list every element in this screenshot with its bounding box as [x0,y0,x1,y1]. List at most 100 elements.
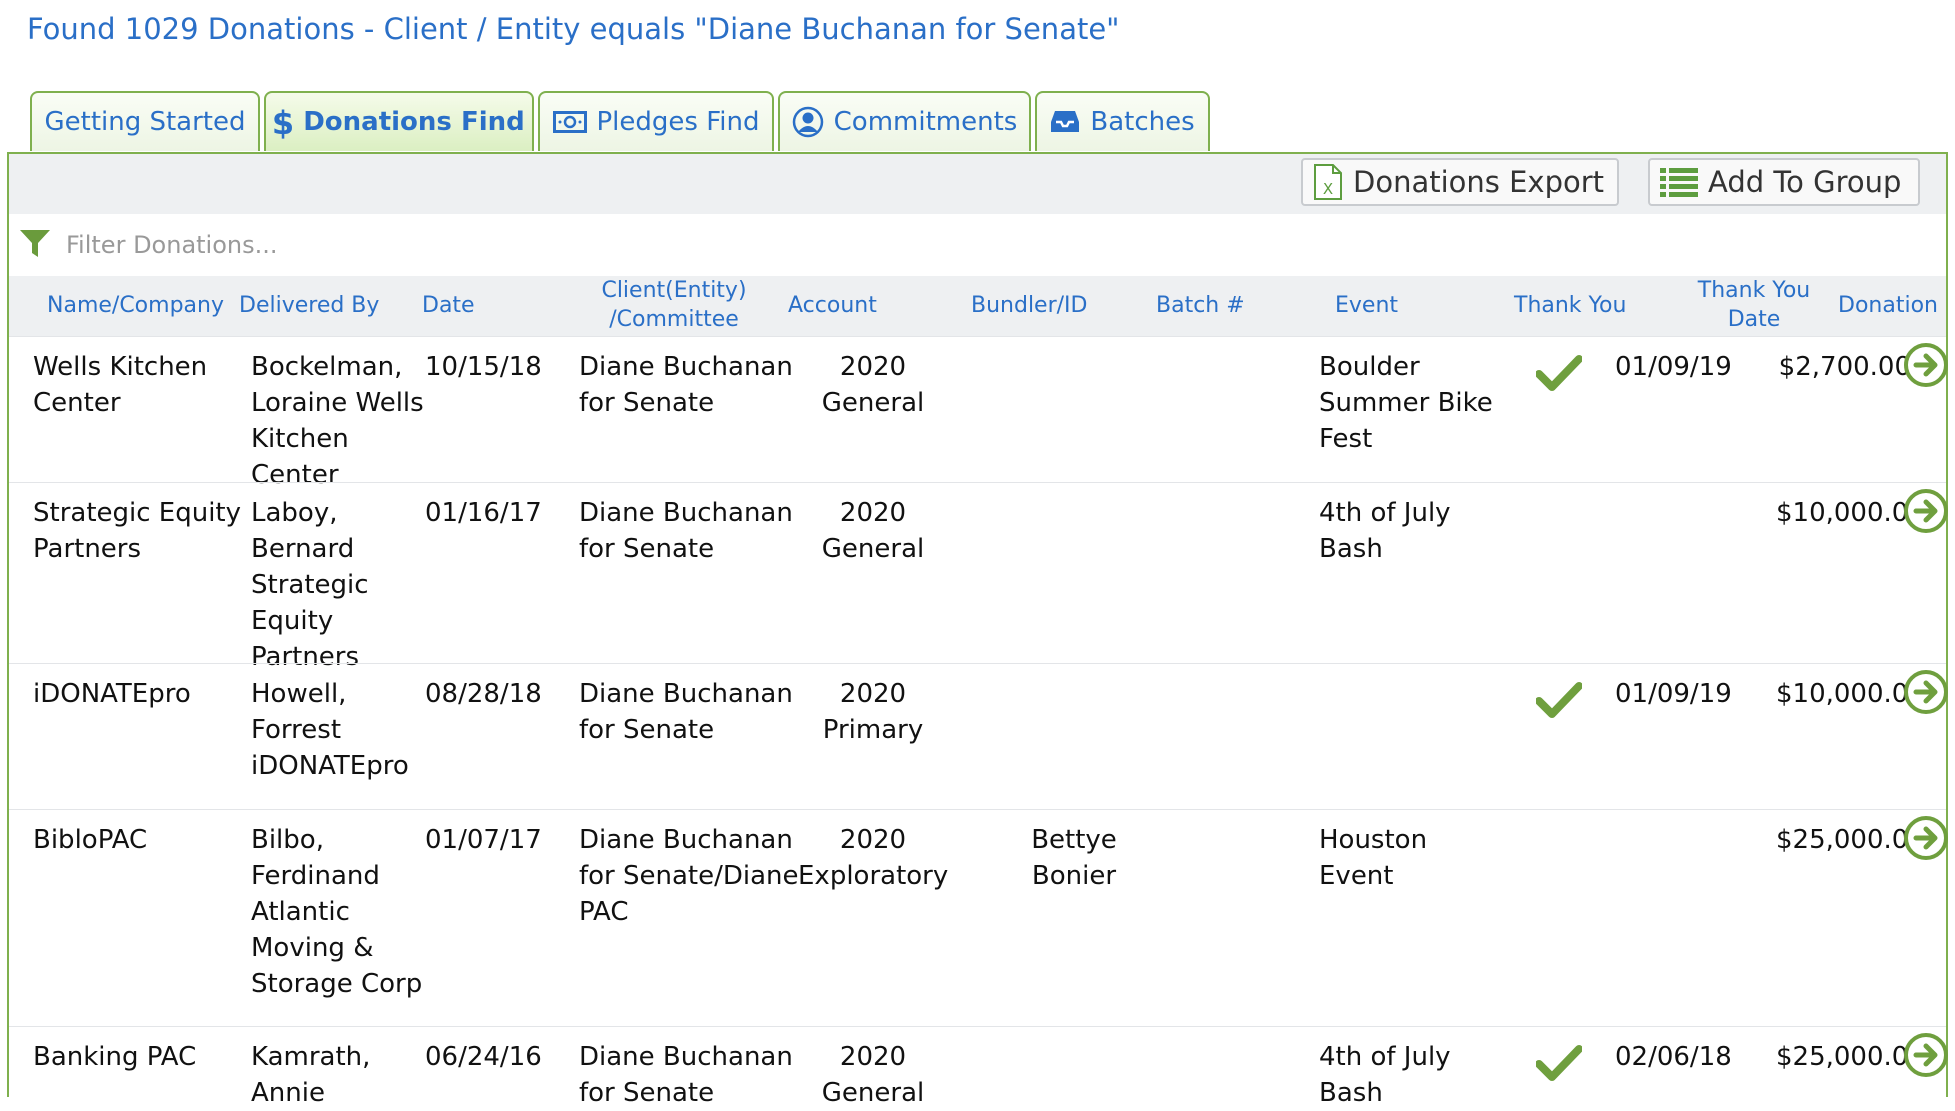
cell-event-line: 4th of July [1319,1042,1451,1072]
cell-thank-you-date: 01/09/19 [1615,676,1732,712]
cell-date: 01/16/17 [425,495,542,531]
cell-date: 06/24/16 [425,1039,542,1075]
cell-date: 01/07/17 [425,822,542,858]
col-header-thank-you[interactable]: Thank You [1514,291,1626,320]
open-donation-arrow-icon[interactable] [1904,489,1948,537]
cell-account-line: 2020 [839,679,907,709]
cell-account: 2020 Primary [798,676,948,748]
excel-file-icon: X [1313,163,1343,201]
cell-thank-you-date: 02/06/18 [1615,1039,1732,1075]
cell-donation: $25,000.00 [1776,822,1925,858]
cell-date-line: 10/15/18 [425,352,542,382]
cell-event: 4th of July Bash [1319,1039,1451,1111]
list-icon [1660,167,1698,197]
cell-account-line: General [821,534,925,564]
col-header-client-line1: Client(Entity) [601,278,747,303]
cell-name-line: Banking PAC [33,1042,197,1072]
tab-batches[interactable]: Batches [1035,91,1210,151]
col-header-event[interactable]: Event [1335,291,1398,320]
cell-name: BibloPAC [33,822,147,858]
tab-getting-started[interactable]: Getting Started [30,91,260,151]
cell-delivered-by-line: Bernard [251,534,355,564]
col-header-date[interactable]: Date [422,291,475,320]
cell-client-line: Diane Buchanan [579,1042,793,1072]
cell-client-line: Diane Buchanan [579,498,793,528]
cell-event: Boulder Summer Bike Fest [1319,349,1493,457]
thank-you-check-icon [1535,682,1583,722]
col-header-delivered-by[interactable]: Delivered By [239,291,379,320]
tab-pledges-find[interactable]: Pledges Find [538,91,774,151]
cell-account-line: General [821,388,925,418]
cell-account-line: 2020 [839,825,907,855]
cell-name-line: Center [33,388,121,418]
cell-name: Banking PAC [33,1039,196,1075]
cell-name-line: Wells Kitchen [33,352,208,382]
cell-delivered-by-line: Laboy, [251,498,338,528]
toolbar: X Donations Export Add To Group [9,154,1946,214]
tab-label: Getting Started [44,107,246,137]
cell-delivered-by-line: Bockelman, [251,352,403,382]
col-header-ty-date-line2: Date [1727,307,1781,332]
cell-account-line: General [821,1078,925,1108]
table-row[interactable]: Strategic Equity Partners Laboy, Bernard Str… [9,482,1948,672]
col-header-name[interactable]: Name/Company [47,291,224,320]
money-bill-icon [552,111,587,133]
cell-delivered-by-line: Ferdinand [251,861,380,891]
donations-panel: X Donations Export Add To Group Name/Com… [7,152,1948,1108]
cell-delivered-by: Howell, Forrest iDONATEpro [251,676,409,784]
cell-delivered-by-line: Howell, [251,679,347,709]
cell-account-line: Exploratory [798,861,949,891]
cell-name: Strategic Equity Partners [33,495,241,567]
col-header-thank-you-date[interactable]: Thank You Date [1689,276,1819,334]
cell-account-line: 2020 [839,1042,907,1072]
cell-delivered-by-line: Annie [251,1078,325,1108]
cell-event-line: Houston [1319,825,1428,855]
open-donation-arrow-icon[interactable] [1904,816,1948,864]
tab-label: Commitments [833,107,1018,137]
table-header: Name/Company Delivered By Date Client(En… [9,276,1946,336]
cell-delivered-by-line: Equity [251,606,334,636]
table-row[interactable]: iDONATEpro Howell, Forrest iDONATEpro 08/28/… [9,663,1948,810]
open-donation-arrow-icon[interactable] [1904,1033,1948,1081]
cell-client: Diane Buchanan for Senate/Diane PAC [579,822,799,930]
col-header-ty-date-line1: Thank You [1697,278,1811,303]
col-header-client[interactable]: Client(Entity) /Committee [594,276,754,334]
col-header-account[interactable]: Account [788,291,877,320]
cell-client: Diane Buchanan for Senate [579,1039,793,1111]
cell-delivered-by: Bockelman, Loraine Wells Kitchen Center [251,349,424,493]
cell-event-line: Bash [1319,534,1383,564]
cell-delivered-by: Kamrath, Annie [251,1039,370,1111]
donations-export-button[interactable]: X Donations Export [1301,158,1619,206]
cell-event-line: Boulder [1319,352,1420,382]
svg-text:X: X [1323,180,1333,198]
col-header-donation[interactable]: Donation [1838,291,1938,320]
svg-text:$: $ [273,105,293,139]
table-row[interactable]: Wells Kitchen Center Bockelman, Loraine Wel… [9,336,1948,490]
cell-thank-you-date-line: 01/09/19 [1615,679,1732,709]
cell-bundler-line: Bettye [1031,825,1117,855]
tab-label: Pledges Find [596,107,760,137]
cell-delivered-by-line: Kitchen [251,424,349,454]
cell-account-line: 2020 [839,498,907,528]
cell-delivered-by: Bilbo, Ferdinand Atlantic Moving & Storage C… [251,822,422,1002]
cell-donation-line: $25,000.00 [1776,1042,1925,1072]
open-donation-arrow-icon[interactable] [1904,343,1948,391]
cell-date: 10/15/18 [425,349,542,385]
cell-delivered-by-line: Loraine Wells [251,388,424,418]
user-circle-icon [792,106,824,138]
col-header-bundler[interactable]: Bundler/ID [971,291,1087,320]
cell-delivered-by-line: Forrest [251,715,342,745]
cell-account: 2020 Exploratory [798,822,948,894]
cell-client-line: for Senate [579,388,715,418]
tab-label: Batches [1090,107,1195,137]
filter-donations-input[interactable] [64,226,768,264]
cell-client: Diane Buchanan for Senate [579,495,793,567]
cell-donation-line: $10,000.00 [1776,498,1925,528]
tab-donations-find[interactable]: $ Donations Find [264,91,534,151]
col-header-batch[interactable]: Batch # [1156,291,1245,320]
add-to-group-button[interactable]: Add To Group [1648,158,1920,206]
open-donation-arrow-icon[interactable] [1904,670,1948,718]
cell-delivered-by-line: Storage Corp [251,969,423,999]
table-row[interactable]: BibloPAC Bilbo, Ferdinand Atlantic Moving & S… [9,809,1948,1027]
tab-commitments[interactable]: Commitments [778,91,1031,151]
